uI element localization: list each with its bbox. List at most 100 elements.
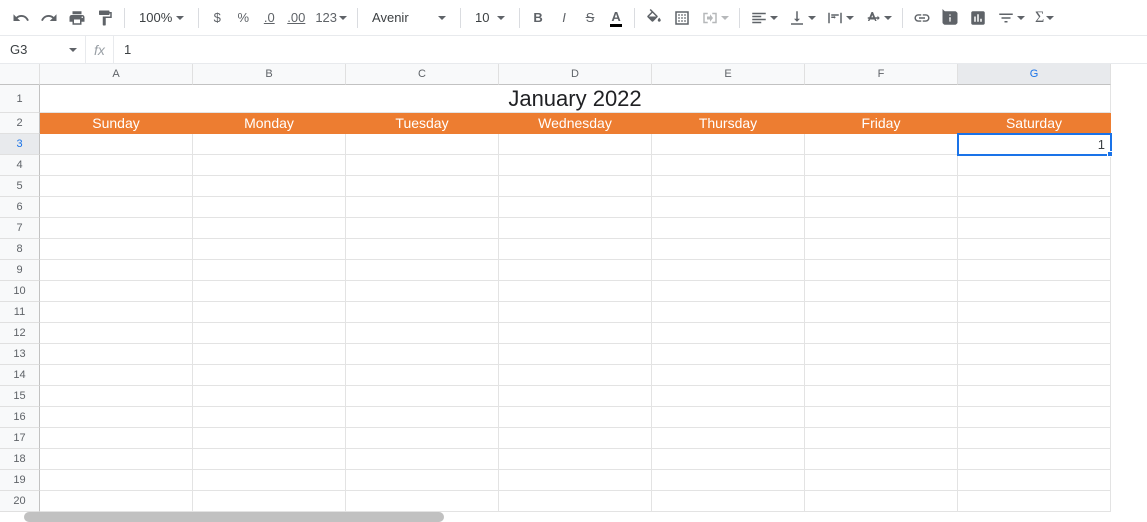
cell[interactable]: [805, 365, 958, 386]
selection-handle[interactable]: [1107, 151, 1113, 157]
cell[interactable]: [805, 155, 958, 176]
cell[interactable]: [40, 428, 193, 449]
row-header[interactable]: 16: [0, 407, 40, 428]
cell[interactable]: [40, 365, 193, 386]
cell-day-header[interactable]: Thursday: [652, 113, 805, 134]
cell-day-header[interactable]: Friday: [805, 113, 958, 134]
cell[interactable]: [40, 134, 193, 155]
cell[interactable]: [958, 344, 1111, 365]
cell[interactable]: [346, 197, 499, 218]
cell[interactable]: [193, 323, 346, 344]
font-size-dropdown[interactable]: 10: [467, 4, 513, 32]
cell[interactable]: [652, 176, 805, 197]
cell[interactable]: [193, 407, 346, 428]
row-header[interactable]: 20: [0, 491, 40, 512]
cell[interactable]: [652, 407, 805, 428]
fill-color-button[interactable]: [641, 4, 667, 32]
row-header[interactable]: 15: [0, 386, 40, 407]
cell[interactable]: [958, 302, 1111, 323]
cell[interactable]: [958, 407, 1111, 428]
cell[interactable]: [193, 176, 346, 197]
cell[interactable]: [40, 218, 193, 239]
cell[interactable]: [805, 323, 958, 344]
cell[interactable]: [346, 134, 499, 155]
cell[interactable]: [40, 344, 193, 365]
cell[interactable]: [193, 470, 346, 491]
cell[interactable]: [805, 302, 958, 323]
cell[interactable]: [499, 281, 652, 302]
cell[interactable]: [652, 449, 805, 470]
redo-button[interactable]: [36, 4, 62, 32]
cell-day-header[interactable]: Tuesday: [346, 113, 499, 134]
cell[interactable]: [40, 470, 193, 491]
cell[interactable]: [958, 260, 1111, 281]
cell[interactable]: [958, 470, 1111, 491]
zoom-dropdown[interactable]: 100%: [131, 4, 192, 32]
cell[interactable]: [40, 491, 193, 512]
row-header[interactable]: 3: [0, 134, 40, 155]
cell[interactable]: [499, 449, 652, 470]
cell[interactable]: [958, 155, 1111, 176]
row-header[interactable]: 7: [0, 218, 40, 239]
column-header[interactable]: D: [499, 64, 652, 85]
name-box[interactable]: G3: [0, 36, 86, 63]
column-header[interactable]: C: [346, 64, 499, 85]
cell-day-header[interactable]: Sunday: [40, 113, 193, 134]
cell[interactable]: [346, 365, 499, 386]
row-header[interactable]: 13: [0, 344, 40, 365]
cell[interactable]: [958, 218, 1111, 239]
text-rotation-button[interactable]: [860, 4, 896, 32]
cell[interactable]: [346, 176, 499, 197]
cell[interactable]: [652, 470, 805, 491]
cell[interactable]: [346, 218, 499, 239]
text-wrap-button[interactable]: [822, 4, 858, 32]
cell[interactable]: [805, 134, 958, 155]
cell[interactable]: [499, 428, 652, 449]
cell[interactable]: [805, 344, 958, 365]
cell[interactable]: [958, 323, 1111, 344]
scrollbar-thumb[interactable]: [24, 512, 444, 522]
cell[interactable]: [193, 134, 346, 155]
row-header[interactable]: 9: [0, 260, 40, 281]
cell[interactable]: [805, 239, 958, 260]
cell[interactable]: [346, 302, 499, 323]
insert-chart-button[interactable]: [965, 4, 991, 32]
row-header[interactable]: 12: [0, 323, 40, 344]
cell[interactable]: [958, 176, 1111, 197]
merge-cells-button[interactable]: [697, 4, 733, 32]
cell[interactable]: [40, 302, 193, 323]
cell[interactable]: [805, 449, 958, 470]
cell[interactable]: [193, 386, 346, 407]
cell[interactable]: [652, 239, 805, 260]
cell[interactable]: [193, 197, 346, 218]
cell[interactable]: [499, 218, 652, 239]
cell[interactable]: [499, 155, 652, 176]
cell[interactable]: [499, 491, 652, 512]
cell[interactable]: [499, 134, 652, 155]
horizontal-scrollbar[interactable]: [24, 512, 444, 522]
currency-button[interactable]: $: [205, 4, 229, 32]
cell[interactable]: [346, 344, 499, 365]
cell[interactable]: [499, 260, 652, 281]
row-header[interactable]: 10: [0, 281, 40, 302]
select-all-corner[interactable]: [0, 64, 40, 85]
undo-button[interactable]: [8, 4, 34, 32]
cell[interactable]: [193, 491, 346, 512]
text-color-button[interactable]: A: [604, 4, 628, 32]
cell[interactable]: [652, 365, 805, 386]
cell[interactable]: [652, 281, 805, 302]
cell[interactable]: [40, 155, 193, 176]
column-header[interactable]: A: [40, 64, 193, 85]
bold-button[interactable]: B: [526, 4, 550, 32]
row-header[interactable]: 2: [0, 113, 40, 134]
cell[interactable]: [499, 407, 652, 428]
cell[interactable]: [652, 197, 805, 218]
cell[interactable]: [652, 218, 805, 239]
cell[interactable]: [805, 491, 958, 512]
row-header[interactable]: 14: [0, 365, 40, 386]
cell[interactable]: [346, 428, 499, 449]
cell[interactable]: [805, 281, 958, 302]
cell[interactable]: [40, 239, 193, 260]
cell[interactable]: [193, 260, 346, 281]
formula-input[interactable]: 1: [114, 36, 1147, 63]
